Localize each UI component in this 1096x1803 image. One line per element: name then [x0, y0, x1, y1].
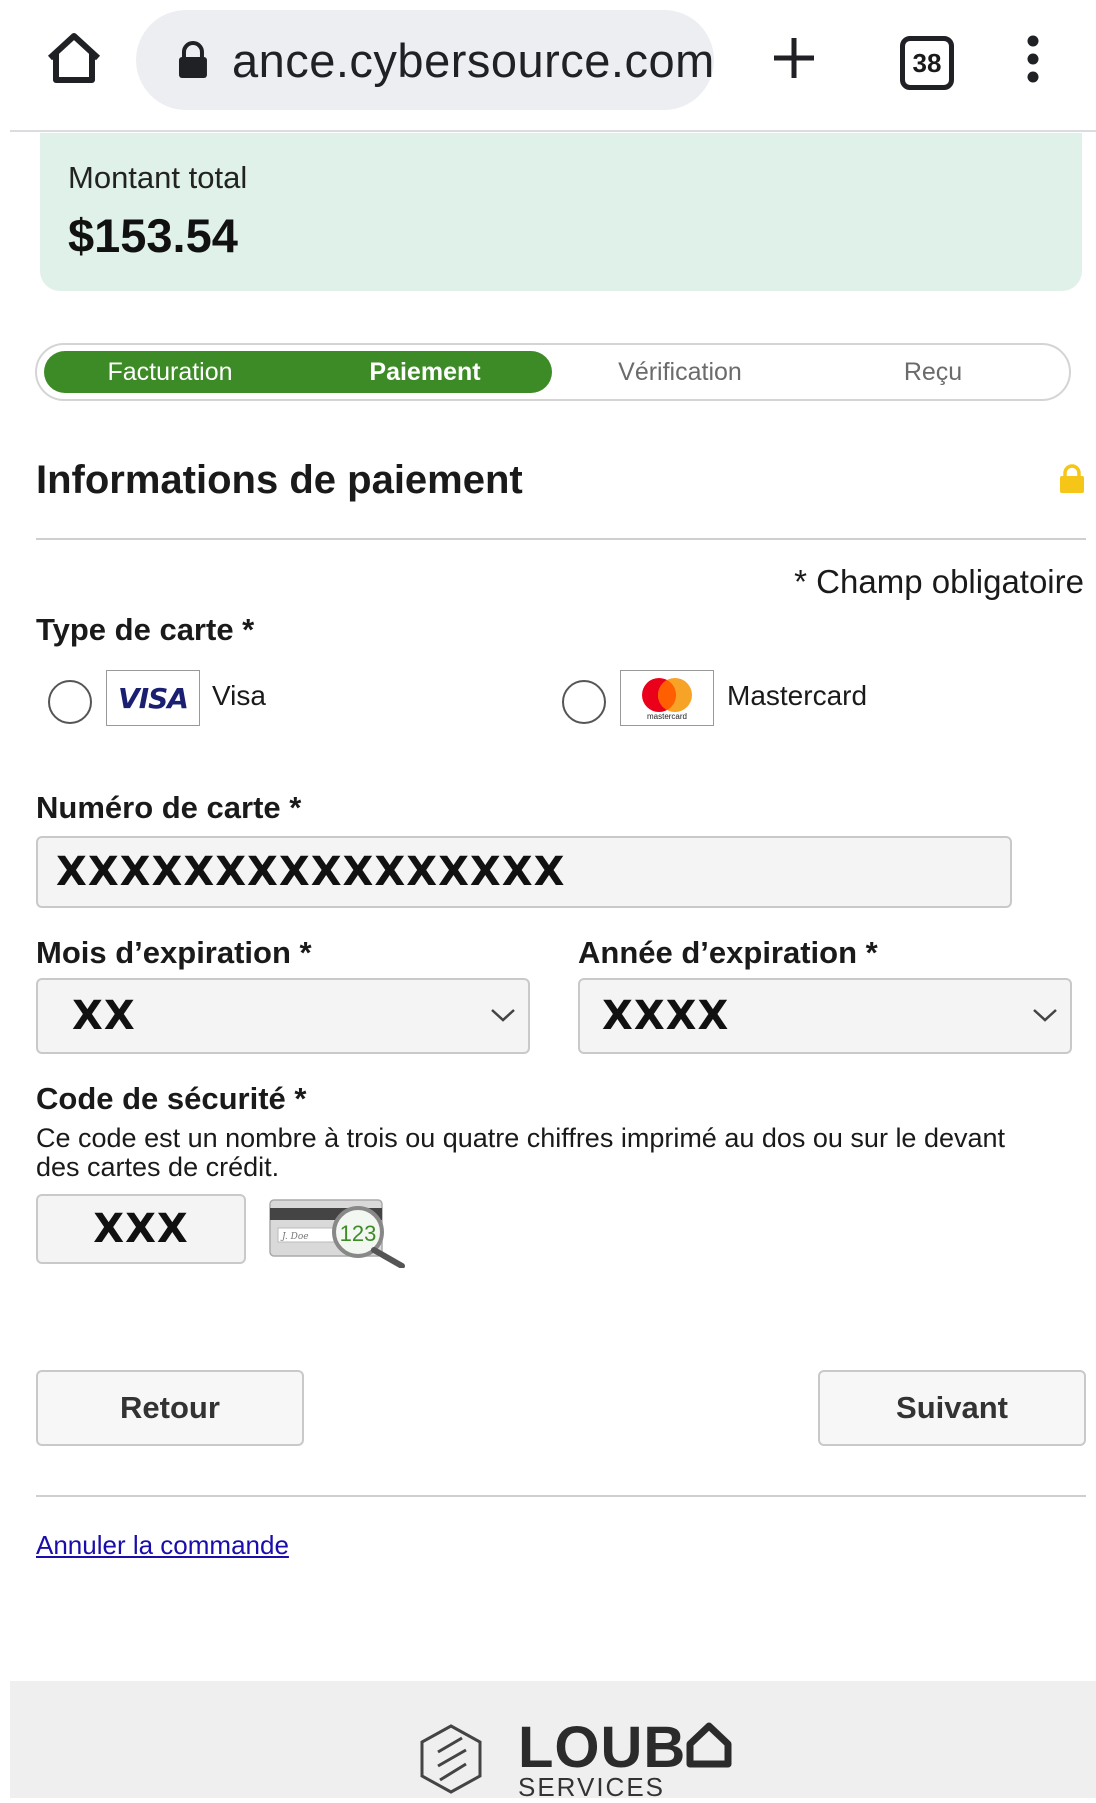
secure-lock-icon — [1060, 464, 1084, 493]
mastercard-logo-text: mastercard — [646, 711, 687, 721]
exp-month-label: Mois d’expiration * — [36, 935, 312, 970]
visa-radio[interactable] — [48, 680, 92, 724]
next-button[interactable]: Suivant — [818, 1370, 1086, 1446]
plus-icon — [774, 38, 814, 78]
step-billing: Facturation — [107, 358, 233, 386]
mastercard-radio[interactable] — [562, 680, 606, 724]
house-roof-icon — [686, 1722, 732, 1768]
exp-month-select[interactable]: XX — [36, 978, 530, 1054]
brand-logo-icon — [420, 1724, 482, 1794]
tab-switcher-button[interactable]: 38 — [900, 36, 954, 90]
section-divider — [36, 538, 1086, 540]
actions-divider — [36, 1495, 1086, 1497]
signature-text: J. Doe — [280, 1232, 309, 1242]
home-icon — [47, 33, 101, 83]
card-type-label: Type de carte * — [36, 612, 255, 647]
required-field-note: * Champ obligatoire — [794, 563, 1084, 600]
cvv-sample-digits: 123 — [340, 1221, 377, 1246]
total-amount: $153.54 — [68, 209, 238, 262]
back-button[interactable]: Retour — [36, 1370, 304, 1446]
page-title: Informations de paiement — [36, 458, 523, 502]
mastercard-logo: mastercard — [620, 670, 714, 726]
cancel-order-link[interactable]: Annuler la commande — [36, 1530, 289, 1561]
lock-icon — [178, 41, 207, 78]
mastercard-label: Mastercard — [727, 680, 868, 711]
cvv-value: XXX — [93, 1206, 189, 1252]
brand-name: LOUB — [518, 1715, 687, 1780]
exp-year-value: XXXX — [602, 993, 730, 1039]
visa-logo-text: VISA — [118, 681, 189, 715]
visa-logo: VISA — [106, 670, 200, 726]
chevron-down-icon — [491, 1009, 515, 1022]
step-receipt: Reçu — [903, 358, 963, 386]
step-review: Vérification — [618, 358, 742, 386]
cvv-input[interactable]: XXX — [36, 1194, 246, 1264]
more-vertical-icon — [1027, 35, 1039, 83]
card-number-input[interactable]: XXXXXXXXXXXXXXXX — [36, 836, 1012, 908]
toolbar-divider — [10, 130, 1096, 132]
address-bar[interactable]: ance.cybersource.com — [136, 10, 714, 110]
mastercard-circles-icon — [642, 677, 692, 712]
cvv-help-text: Ce code est un nombre à trois ou quatre … — [36, 1123, 1006, 1182]
cvv-label: Code de sécurité * — [36, 1081, 307, 1116]
home-button[interactable] — [44, 30, 104, 86]
total-label: Montant total — [68, 160, 248, 195]
chevron-down-icon — [1033, 1009, 1057, 1022]
exp-year-select[interactable]: XXXX — [578, 978, 1072, 1054]
exp-month-value: XX — [72, 993, 136, 1039]
exp-year-label: Année d’expiration * — [578, 935, 878, 970]
card-number-label: Numéro de carte * — [36, 790, 302, 825]
brand-subtitle: SERVICES — [518, 1772, 666, 1802]
browser-menu-button[interactable] — [1018, 34, 1048, 84]
new-tab-button[interactable] — [770, 34, 818, 82]
url-text: ance.cybersource.com — [231, 33, 714, 87]
visa-label: Visa — [212, 680, 266, 711]
cvv-illustration: J. Doe 123 — [268, 1194, 408, 1269]
card-number-value: XXXXXXXXXXXXXXXX — [56, 849, 566, 895]
step-payment: Paiement — [369, 358, 481, 386]
